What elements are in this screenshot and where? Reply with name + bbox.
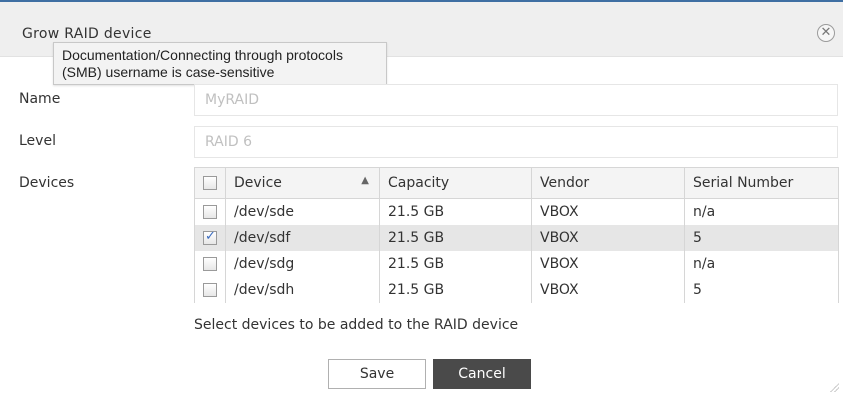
devices-label: Devices [19, 175, 75, 191]
column-header-device[interactable]: Device ▲ [225, 167, 380, 199]
row-checkbox[interactable] [203, 229, 217, 245]
device-cell: /dev/sdf [225, 225, 380, 251]
devices-hint: Select devices to be added to the RAID d… [194, 317, 519, 333]
select-all-checkbox[interactable] [203, 176, 217, 190]
row-checkbox-cell [194, 225, 226, 251]
serial-number-cell: 5 [684, 277, 839, 303]
device-cell: /dev/sdh [225, 277, 380, 303]
column-header-serial-number[interactable]: Serial Number [684, 167, 839, 199]
column-header-vendor[interactable]: Vendor [531, 167, 685, 199]
devices-table: Device ▲ Capacity Vendor Serial Number /… [194, 167, 839, 303]
select-all-cell [194, 167, 226, 199]
name-label: Name [19, 91, 61, 107]
sort-ascending-icon: ▲ [361, 175, 369, 186]
column-header-capacity[interactable]: Capacity [379, 167, 532, 199]
table-row[interactable]: /dev/sde 21.5 GB VBOX n/a [194, 198, 839, 225]
cancel-button[interactable]: Cancel [433, 359, 531, 389]
close-icon[interactable]: ✕ [817, 24, 835, 42]
dialog-title: Grow RAID device [22, 26, 152, 42]
device-cell: /dev/sdg [225, 251, 380, 277]
save-button[interactable]: Save [328, 359, 426, 389]
row-checkbox[interactable] [203, 205, 217, 219]
serial-number-cell: 5 [684, 225, 839, 251]
vendor-cell: VBOX [531, 277, 685, 303]
tooltip: Documentation/Connecting through protoco… [53, 42, 387, 85]
device-cell: /dev/sde [225, 198, 380, 225]
serial-number-cell: n/a [684, 198, 839, 225]
level-label: Level [19, 133, 56, 149]
serial-number-cell: n/a [684, 251, 839, 277]
column-header-device-label: Device [234, 175, 282, 191]
resize-grip-icon[interactable] [829, 382, 839, 392]
row-checkbox-cell [194, 251, 226, 277]
vendor-cell: VBOX [531, 198, 685, 225]
tooltip-line-2: (SMB) username is case-sensitive [62, 64, 275, 80]
name-field[interactable]: MyRAID [194, 84, 838, 116]
table-row[interactable]: /dev/sdf21.5 GBVBOX5 [194, 225, 839, 251]
row-checkbox-cell [194, 198, 226, 225]
capacity-cell: 21.5 GB [379, 225, 532, 251]
level-field[interactable]: RAID 6 [194, 126, 838, 158]
vendor-cell: VBOX [531, 251, 685, 277]
row-checkbox[interactable] [203, 257, 217, 271]
capacity-cell: 21.5 GB [379, 277, 532, 303]
capacity-cell: 21.5 GB [379, 198, 532, 225]
table-row[interactable]: /dev/sdg 21.5 GB VBOX n/a [194, 251, 839, 277]
row-checkbox-cell [194, 277, 226, 303]
vendor-cell: VBOX [531, 225, 685, 251]
tooltip-line-1: Documentation/Connecting through protoco… [62, 47, 343, 63]
capacity-cell: 21.5 GB [379, 251, 532, 277]
table-header-row: Device ▲ Capacity Vendor Serial Number [194, 167, 839, 199]
row-checkbox[interactable] [203, 283, 217, 297]
table-row[interactable]: /dev/sdh 21.5 GB VBOX 5 [194, 277, 839, 303]
